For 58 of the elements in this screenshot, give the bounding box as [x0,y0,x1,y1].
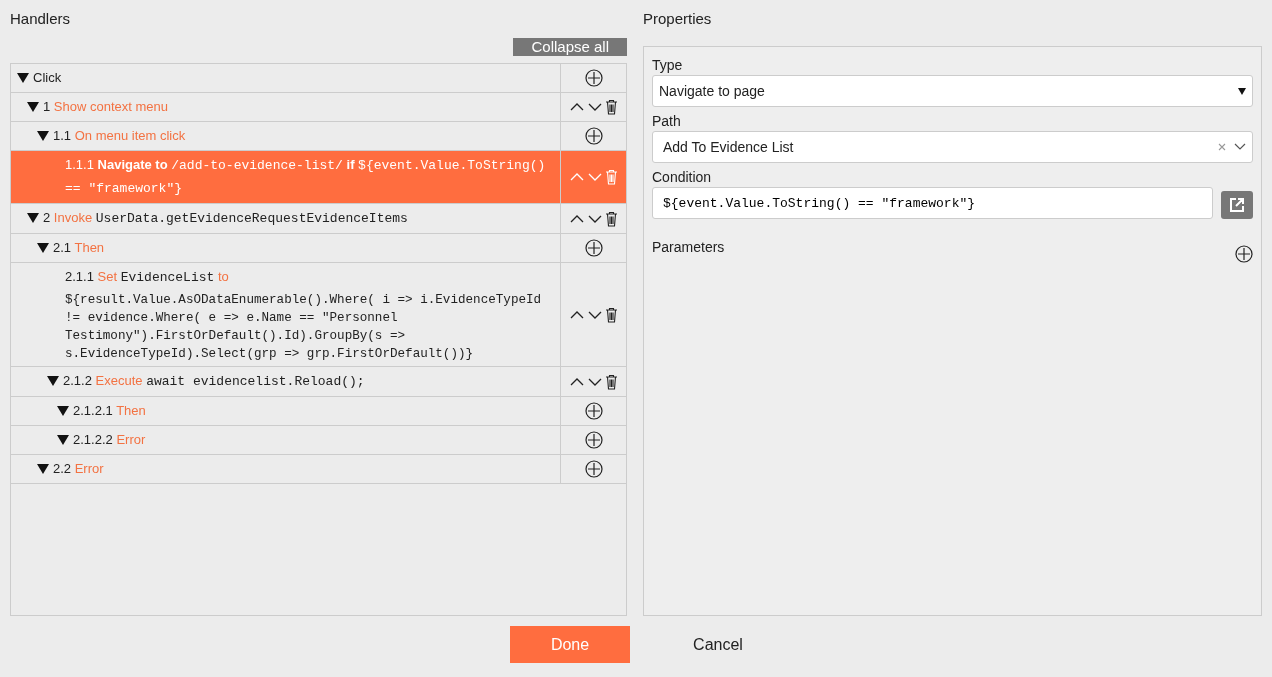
type-select[interactable]: Navigate to page [652,75,1253,107]
condition-field[interactable]: ${event.Value.ToString() == "framework"} [652,187,1213,219]
panel-title: Properties [643,9,713,29]
tree-item-label: 1.1 On menu item click [53,127,186,145]
field-label: Type [652,56,684,75]
tree-item-label: 2.1.1 Set EvidenceList to ${result.Value.AsODataEnumerable().Where( i => i.EvidenceTypeId != evidence.Where( e => e.Name == "Personnel Testimony").FirstOrDefault().Id).GroupBy(s => s.EvidenceTypeId).Select(grp => grp.FirstOrDefault())} [65,268,543,363]
cancel-button[interactable]: Cancel [654,626,782,663]
expanded-triangle-icon[interactable] [37,464,49,474]
external-link-icon [1229,197,1245,213]
tree-row[interactable]: 2 Invoke UserData.getEvidenceRequestEvidenceItems [11,204,626,234]
tree-row[interactable]: 2.1.2 Execute await evidencelist.Reload(); [11,367,626,397]
tree-item-label: 2 Invoke UserData.getEvidenceRequestEvidenceItems [43,209,408,228]
clear-icon[interactable] [1218,143,1226,151]
expanded-triangle-icon[interactable] [57,435,69,445]
chevron-down-icon[interactable] [1234,143,1246,151]
tree-row[interactable]: 2.2 Error [11,455,626,484]
panel-title: Handlers [10,9,72,29]
collapse-all-button[interactable]: Collapse all [513,38,627,56]
add-icon[interactable] [584,69,603,87]
open-editor-button[interactable] [1221,191,1253,219]
tree-item-label: 2.1.2.1 Then [73,402,146,420]
expanded-triangle-icon[interactable] [47,376,59,386]
tree-row[interactable] [11,263,626,367]
tree-item-label: 2.1.2 Execute await evidencelist.Reload(); [63,372,365,391]
tree-item-label: 2.2 Error [53,460,104,478]
field-label: Condition [652,168,713,187]
tree-item-label: 1.1.1 Navigate to /add-to-evidence-list/ if ${event.Value.ToString() == "framework"} [65,156,547,198]
expanded-triangle-icon[interactable] [37,243,49,253]
delete-icon[interactable] [605,306,618,323]
add-icon[interactable] [584,239,603,257]
field-label: Path [652,112,682,131]
parameters-label: Parameters [652,238,725,257]
tree-item-label: 2.1.2.2 Error [73,431,146,449]
delete-icon[interactable] [605,99,618,115]
chevron-down-icon[interactable] [587,101,603,113]
add-icon[interactable] [584,460,603,478]
tree-row[interactable]: 2.1.2.1 Then [11,397,626,426]
tree-item-label: 2.1 Then [53,239,105,257]
expanded-triangle-icon[interactable] [57,406,69,416]
expanded-triangle-icon[interactable] [27,102,39,112]
expanded-triangle-icon[interactable] [17,73,29,83]
tree-item-label: Click [33,69,62,87]
add-icon[interactable] [1235,245,1253,263]
dropdown-triangle-icon[interactable] [1238,87,1246,95]
tree-row[interactable]: Click [11,64,626,93]
expanded-triangle-icon[interactable] [37,131,49,141]
chevron-up-icon[interactable] [569,101,585,113]
add-icon[interactable] [584,127,603,145]
tree-item-label: 1 Show context menu [43,98,169,116]
tree-row[interactable]: 2.1 Then [11,234,626,263]
expanded-triangle-icon[interactable] [27,213,39,223]
delete-icon[interactable] [605,210,618,227]
add-icon[interactable] [584,402,603,420]
tree-row[interactable]: 1 Show context menu [11,93,626,122]
add-icon[interactable] [584,431,603,449]
path-select[interactable]: Add To Evidence List [652,131,1253,163]
tree-row[interactable]: 2.1.2.2 Error [11,426,626,455]
delete-icon[interactable] [605,373,618,390]
